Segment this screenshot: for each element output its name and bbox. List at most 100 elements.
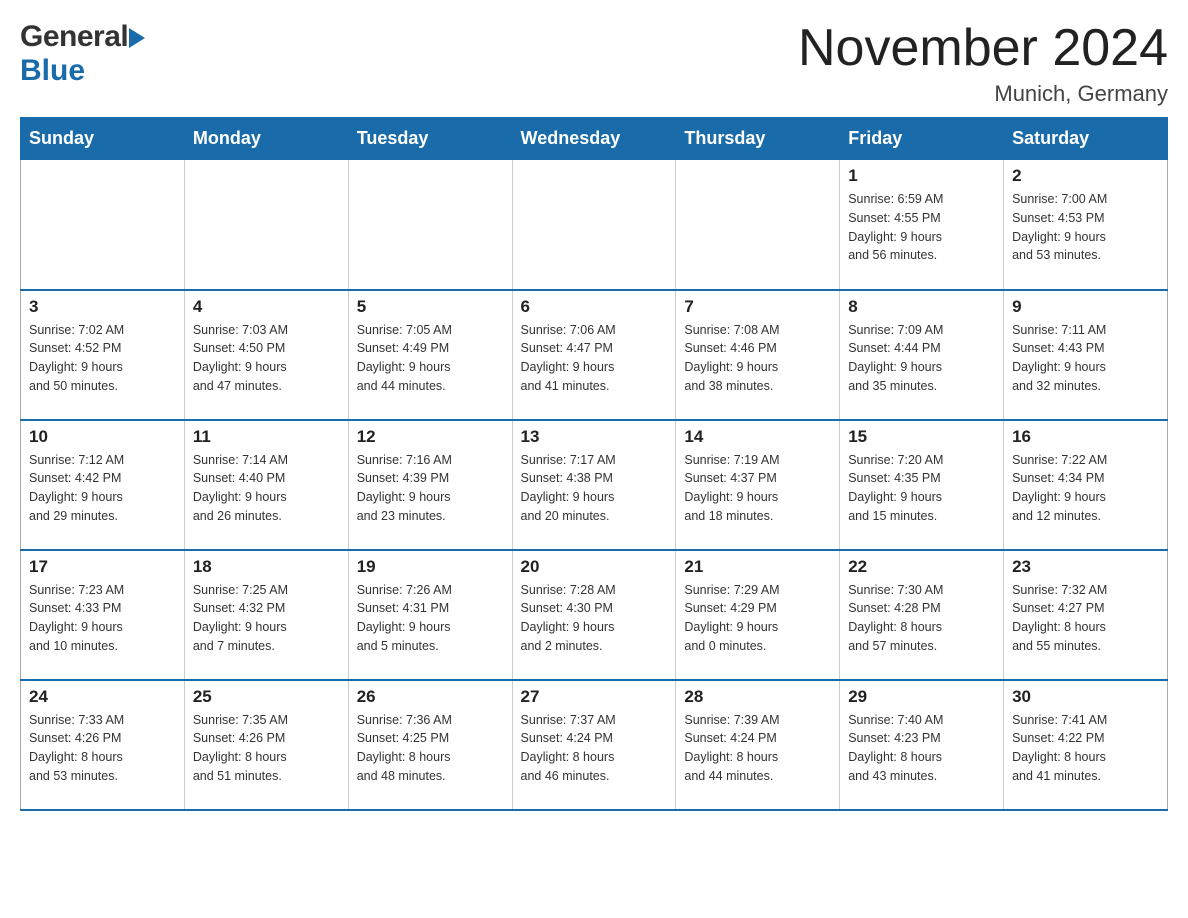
day-info: Sunrise: 7:16 AMSunset: 4:39 PMDaylight:… <box>357 451 504 526</box>
day-info: Sunrise: 7:14 AMSunset: 4:40 PMDaylight:… <box>193 451 340 526</box>
day-info: Sunrise: 7:28 AMSunset: 4:30 PMDaylight:… <box>521 581 668 656</box>
day-info: Sunrise: 7:02 AMSunset: 4:52 PMDaylight:… <box>29 321 176 396</box>
day-info: Sunrise: 7:00 AMSunset: 4:53 PMDaylight:… <box>1012 190 1159 265</box>
day-number: 13 <box>521 427 668 447</box>
logo-arrow-icon <box>129 28 145 48</box>
day-info: Sunrise: 7:32 AMSunset: 4:27 PMDaylight:… <box>1012 581 1159 656</box>
day-number: 2 <box>1012 166 1159 186</box>
day-number: 6 <box>521 297 668 317</box>
page-header: General Blue November 2024 Munich, Germa… <box>20 20 1168 107</box>
day-cell <box>512 160 676 290</box>
day-cell: 13 Sunrise: 7:17 AMSunset: 4:38 PMDayligh… <box>512 420 676 550</box>
logo-blue-text: Blue <box>20 54 85 87</box>
day-cell: 11 Sunrise: 7:14 AMSunset: 4:40 PMDayligh… <box>184 420 348 550</box>
day-cell: 14Sunrise: 7:19 AMSunset: 4:37 PMDayligh… <box>676 420 840 550</box>
day-cell: 2 Sunrise: 7:00 AMSunset: 4:53 PMDaylight… <box>1004 160 1168 290</box>
calendar-table: SundayMondayTuesdayWednesdayThursdayFrid… <box>20 117 1168 811</box>
day-header-wednesday: Wednesday <box>512 118 676 160</box>
day-number: 16 <box>1012 427 1159 447</box>
day-cell: 24 Sunrise: 7:33 AMSunset: 4:26 PMDayligh… <box>21 680 185 810</box>
day-cell: 10Sunrise: 7:12 AMSunset: 4:42 PMDayligh… <box>21 420 185 550</box>
day-number: 10 <box>29 427 176 447</box>
day-number: 24 <box>29 687 176 707</box>
day-number: 27 <box>521 687 668 707</box>
day-cell: 6 Sunrise: 7:06 AMSunset: 4:47 PMDaylight… <box>512 290 676 420</box>
day-number: 5 <box>357 297 504 317</box>
week-row-1: 1 Sunrise: 6:59 AMSunset: 4:55 PMDaylight… <box>21 160 1168 290</box>
day-number: 1 <box>848 166 995 186</box>
day-number: 18 <box>193 557 340 577</box>
day-cell: 27 Sunrise: 7:37 AMSunset: 4:24 PMDayligh… <box>512 680 676 810</box>
day-info: Sunrise: 7:41 AMSunset: 4:22 PMDaylight:… <box>1012 711 1159 786</box>
day-cell <box>348 160 512 290</box>
month-year-title: November 2024 <box>798 20 1168 77</box>
day-cell: 4 Sunrise: 7:03 AMSunset: 4:50 PMDaylight… <box>184 290 348 420</box>
week-row-4: 17Sunrise: 7:23 AMSunset: 4:33 PMDayligh… <box>21 550 1168 680</box>
week-row-5: 24 Sunrise: 7:33 AMSunset: 4:26 PMDayligh… <box>21 680 1168 810</box>
day-number: 3 <box>29 297 176 317</box>
day-info: Sunrise: 7:06 AMSunset: 4:47 PMDaylight:… <box>521 321 668 396</box>
day-cell: 9Sunrise: 7:11 AMSunset: 4:43 PMDaylight… <box>1004 290 1168 420</box>
day-info: Sunrise: 7:35 AMSunset: 4:26 PMDaylight:… <box>193 711 340 786</box>
day-info: Sunrise: 7:26 AMSunset: 4:31 PMDaylight:… <box>357 581 504 656</box>
day-cell: 3 Sunrise: 7:02 AMSunset: 4:52 PMDaylight… <box>21 290 185 420</box>
day-cell <box>21 160 185 290</box>
day-cell: 1 Sunrise: 6:59 AMSunset: 4:55 PMDaylight… <box>840 160 1004 290</box>
day-info: Sunrise: 7:23 AMSunset: 4:33 PMDaylight:… <box>29 581 176 656</box>
title-area: November 2024 Munich, Germany <box>798 20 1168 107</box>
days-of-week-row: SundayMondayTuesdayWednesdayThursdayFrid… <box>21 118 1168 160</box>
day-cell: 16 Sunrise: 7:22 AMSunset: 4:34 PMDayligh… <box>1004 420 1168 550</box>
day-number: 28 <box>684 687 831 707</box>
day-cell: 26 Sunrise: 7:36 AMSunset: 4:25 PMDayligh… <box>348 680 512 810</box>
day-info: Sunrise: 7:25 AMSunset: 4:32 PMDaylight:… <box>193 581 340 656</box>
day-number: 22 <box>848 557 995 577</box>
day-cell: 12 Sunrise: 7:16 AMSunset: 4:39 PMDayligh… <box>348 420 512 550</box>
day-header-tuesday: Tuesday <box>348 118 512 160</box>
day-cell: 18 Sunrise: 7:25 AMSunset: 4:32 PMDayligh… <box>184 550 348 680</box>
day-cell: 5 Sunrise: 7:05 AMSunset: 4:49 PMDaylight… <box>348 290 512 420</box>
day-cell: 8 Sunrise: 7:09 AMSunset: 4:44 PMDaylight… <box>840 290 1004 420</box>
day-info: Sunrise: 7:29 AMSunset: 4:29 PMDaylight:… <box>684 581 831 656</box>
day-info: Sunrise: 7:09 AMSunset: 4:44 PMDaylight:… <box>848 321 995 396</box>
day-cell: 25Sunrise: 7:35 AMSunset: 4:26 PMDayligh… <box>184 680 348 810</box>
day-info: Sunrise: 7:11 AMSunset: 4:43 PMDaylight:… <box>1012 321 1159 396</box>
day-info: Sunrise: 7:20 AMSunset: 4:35 PMDaylight:… <box>848 451 995 526</box>
day-info: Sunrise: 7:33 AMSunset: 4:26 PMDaylight:… <box>29 711 176 786</box>
day-header-friday: Friday <box>840 118 1004 160</box>
day-number: 15 <box>848 427 995 447</box>
day-number: 20 <box>521 557 668 577</box>
day-header-sunday: Sunday <box>21 118 185 160</box>
day-cell: 23 Sunrise: 7:32 AMSunset: 4:27 PMDayligh… <box>1004 550 1168 680</box>
day-cell: 29 Sunrise: 7:40 AMSunset: 4:23 PMDayligh… <box>840 680 1004 810</box>
day-info: Sunrise: 7:36 AMSunset: 4:25 PMDaylight:… <box>357 711 504 786</box>
day-cell: 28Sunrise: 7:39 AMSunset: 4:24 PMDayligh… <box>676 680 840 810</box>
day-number: 21 <box>684 557 831 577</box>
logo-general-text: General <box>20 20 128 54</box>
day-cell: 7Sunrise: 7:08 AMSunset: 4:46 PMDaylight… <box>676 290 840 420</box>
day-info: Sunrise: 7:40 AMSunset: 4:23 PMDaylight:… <box>848 711 995 786</box>
day-cell: 17Sunrise: 7:23 AMSunset: 4:33 PMDayligh… <box>21 550 185 680</box>
day-number: 4 <box>193 297 340 317</box>
day-number: 23 <box>1012 557 1159 577</box>
week-row-2: 3 Sunrise: 7:02 AMSunset: 4:52 PMDaylight… <box>21 290 1168 420</box>
day-number: 12 <box>357 427 504 447</box>
day-info: Sunrise: 7:05 AMSunset: 4:49 PMDaylight:… <box>357 321 504 396</box>
day-info: Sunrise: 6:59 AMSunset: 4:55 PMDaylight:… <box>848 190 995 265</box>
day-info: Sunrise: 7:30 AMSunset: 4:28 PMDaylight:… <box>848 581 995 656</box>
day-cell: 15 Sunrise: 7:20 AMSunset: 4:35 PMDayligh… <box>840 420 1004 550</box>
day-number: 29 <box>848 687 995 707</box>
day-info: Sunrise: 7:37 AMSunset: 4:24 PMDaylight:… <box>521 711 668 786</box>
day-cell: 30Sunrise: 7:41 AMSunset: 4:22 PMDayligh… <box>1004 680 1168 810</box>
day-cell: 22 Sunrise: 7:30 AMSunset: 4:28 PMDayligh… <box>840 550 1004 680</box>
day-info: Sunrise: 7:03 AMSunset: 4:50 PMDaylight:… <box>193 321 340 396</box>
day-number: 14 <box>684 427 831 447</box>
day-cell <box>676 160 840 290</box>
day-number: 11 <box>193 427 340 447</box>
day-number: 8 <box>848 297 995 317</box>
day-cell <box>184 160 348 290</box>
day-cell: 21 Sunrise: 7:29 AMSunset: 4:29 PMDayligh… <box>676 550 840 680</box>
day-info: Sunrise: 7:17 AMSunset: 4:38 PMDaylight:… <box>521 451 668 526</box>
day-number: 26 <box>357 687 504 707</box>
logo: General Blue <box>20 20 145 88</box>
day-info: Sunrise: 7:22 AMSunset: 4:34 PMDaylight:… <box>1012 451 1159 526</box>
